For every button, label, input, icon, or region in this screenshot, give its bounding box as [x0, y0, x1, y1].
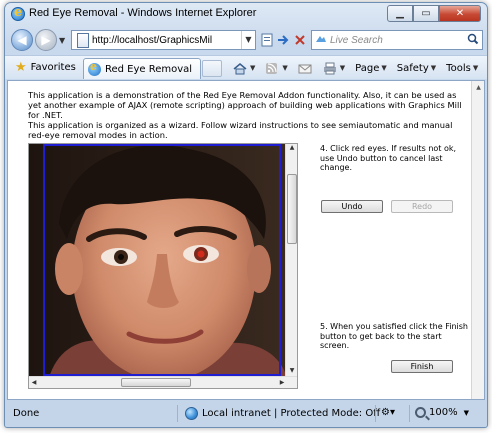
new-tab-button[interactable]	[202, 60, 222, 77]
undo-button[interactable]: Undo	[321, 200, 383, 213]
selection-rectangle	[43, 144, 281, 376]
home-icon	[233, 62, 247, 74]
scroll-left-icon[interactable]: ◀	[29, 377, 39, 388]
zoom-control[interactable]: 100% ▼	[415, 407, 469, 418]
favorites-star-icon: ★	[15, 60, 27, 75]
tab-red-eye-removal[interactable]: Red Eye Removal	[83, 58, 201, 79]
scroll-up-icon[interactable]: ▲	[286, 144, 297, 155]
window-title: Red Eye Removal - Windows Internet Explo…	[29, 7, 257, 19]
feeds-button[interactable]: ▼	[265, 62, 288, 75]
print-icon	[323, 62, 336, 74]
vertical-scrollbar[interactable]: ▲ ▼	[285, 144, 297, 378]
forward-button[interactable]: ▶	[35, 29, 57, 51]
redo-button[interactable]: Redo	[391, 200, 453, 213]
scroll-right-icon[interactable]: ▶	[277, 377, 287, 388]
window-controls: ▁ ▭ ✕	[387, 5, 481, 22]
favorites-button[interactable]: ★ Favorites	[9, 58, 82, 77]
browser-window: Red Eye Removal - Windows Internet Explo…	[4, 2, 488, 428]
recent-pages-dropdown-icon[interactable]: ▼	[59, 36, 65, 45]
mail-icon	[298, 64, 312, 73]
page-icon	[75, 33, 89, 48]
search-icon[interactable]	[464, 33, 482, 48]
back-button[interactable]: ◀	[11, 29, 33, 51]
step5-instructions: 5. When you satisfied click the Finish b…	[320, 322, 468, 351]
feeds-icon	[266, 62, 278, 74]
tab-ie-icon	[88, 60, 101, 76]
address-toolbar: ◀ ▶ ▼ http://localhost/GraphicsMil ▼ Liv…	[5, 27, 487, 55]
command-items: ▼ ▼ ▼ Page ▼ Safety ▼ Tools ▼	[233, 59, 487, 77]
compatibility-view-icon[interactable]	[259, 32, 275, 48]
zoom-icon	[415, 407, 426, 418]
print-button[interactable]: ▼	[323, 62, 345, 75]
zoom-level: 100%	[429, 407, 458, 418]
status-divider	[409, 405, 410, 422]
page-content: This application is a demonstration of t…	[7, 80, 485, 400]
go-arrow-icon[interactable]	[275, 32, 291, 48]
intro-text: This application is a demonstration of t…	[28, 90, 462, 120]
tools-menu-label: Tools	[446, 62, 471, 74]
safety-menu-label: Safety	[396, 62, 429, 74]
command-bar: ★ Favorites Red Eye Removal ▼ ▼ ▼ Page▼ …	[5, 55, 487, 79]
safety-menu[interactable]: Safety ▼	[397, 63, 436, 74]
close-button[interactable]: ✕	[439, 5, 481, 22]
status-divider	[177, 405, 178, 422]
status-text: Done	[13, 408, 40, 419]
mail-button[interactable]	[298, 62, 313, 75]
page-scrollbar[interactable]: ▲	[471, 81, 484, 399]
minimize-button[interactable]: ▁	[387, 5, 413, 22]
status-divider	[375, 405, 376, 422]
title-bar: Red Eye Removal - Windows Internet Explo…	[5, 3, 487, 25]
address-dropdown-icon[interactable]: ▼	[241, 31, 255, 49]
address-bar[interactable]: http://localhost/GraphicsMil ▼	[71, 30, 256, 50]
live-search-icon	[312, 31, 330, 49]
home-button[interactable]: ▼	[233, 62, 255, 75]
horizontal-scrollbar[interactable]: ◀ ▶	[29, 376, 297, 388]
search-input[interactable]: Live Search	[330, 35, 464, 46]
security-zone[interactable]: Local intranet | Protected Mode: Off	[185, 407, 380, 420]
page-scroll-up-icon[interactable]: ▲	[472, 81, 484, 94]
horizontal-scroll-thumb[interactable]	[121, 378, 191, 387]
internet-explorer-icon	[11, 5, 25, 21]
favorites-label: Favorites	[30, 62, 76, 73]
globe-icon	[185, 407, 198, 420]
page-menu-label: Page	[355, 62, 380, 74]
page-menu[interactable]: Page ▼	[355, 63, 387, 74]
photo-viewer[interactable]: ▲ ▼ ◀ ▶	[28, 143, 298, 389]
zone-text: Local intranet | Protected Mode: Off	[202, 408, 381, 419]
address-input[interactable]: http://localhost/GraphicsMil	[92, 35, 241, 46]
search-box[interactable]: Live Search	[311, 30, 483, 50]
status-tools-icon[interactable]: ⚙▾	[381, 407, 395, 418]
stop-icon[interactable]	[292, 32, 308, 48]
status-bar: Done Local intranet | Protected Mode: Of…	[5, 402, 487, 426]
tools-menu[interactable]: Tools ▼	[446, 63, 478, 74]
step4-instructions: 4. Click red eyes. If results not ok, us…	[320, 144, 457, 173]
finish-button[interactable]: Finish	[391, 360, 453, 373]
zoom-dropdown-icon[interactable]: ▼	[464, 409, 469, 417]
vertical-scroll-thumb[interactable]	[287, 174, 297, 244]
wizard-note: This application is organized as a wizar…	[28, 120, 453, 140]
tab-label: Red Eye Removal	[105, 63, 193, 75]
maximize-button[interactable]: ▭	[413, 5, 439, 22]
